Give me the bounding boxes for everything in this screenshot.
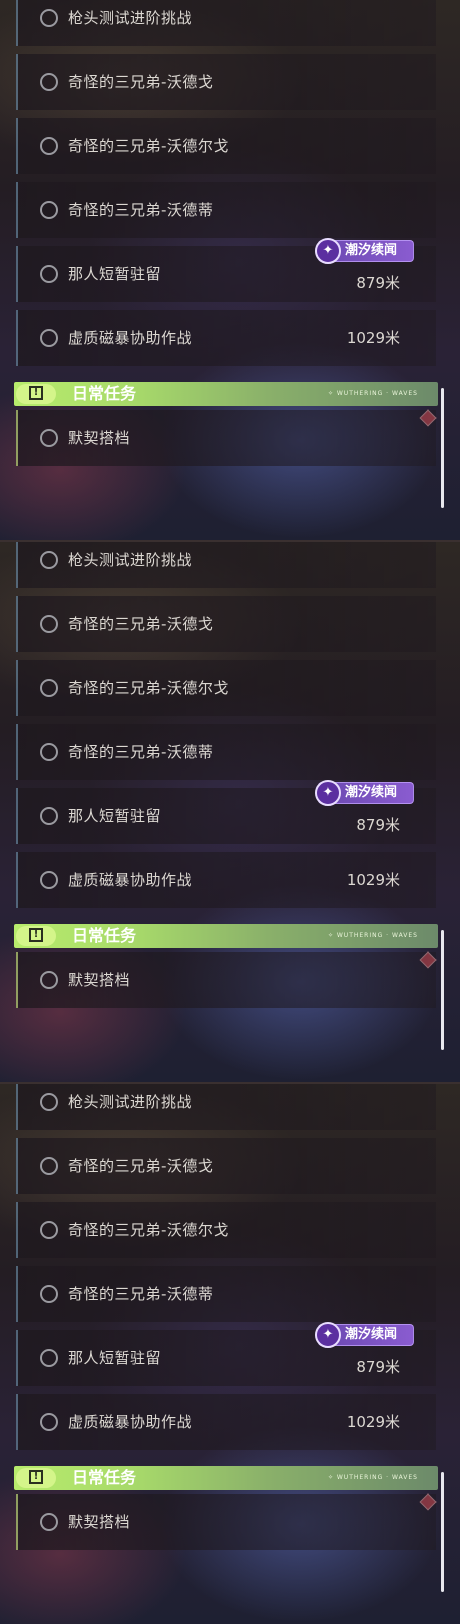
- quest-row[interactable]: 奇怪的三兄弟-沃德尔戈: [16, 1202, 436, 1258]
- quest-distance: 1029米: [346, 329, 400, 347]
- quest-distance: 879米: [356, 816, 400, 834]
- quest-label: 默契搭档: [68, 971, 131, 989]
- quest-row[interactable]: 奇怪的三兄弟-沃德戈: [16, 596, 436, 652]
- quest-row[interactable]: 奇怪的三兄弟-沃德尔戈: [16, 118, 436, 174]
- quest-row[interactable]: 奇怪的三兄弟-沃德蒂: [16, 182, 436, 238]
- quest-row[interactable]: 奇怪的三兄弟-沃德蒂: [16, 724, 436, 780]
- tag-label: 潮汐续闻: [345, 243, 398, 258]
- tag-label: 潮汐续闻: [345, 785, 398, 800]
- circle-outline-icon: [40, 329, 58, 347]
- circle-outline-icon: [40, 9, 58, 27]
- daily-section-header: ! 日常任务 ✧ WUTHERING · WAVES: [14, 382, 438, 406]
- quest-label: 虚质磁暴协助作战: [68, 1413, 193, 1431]
- quest-label: 枪头测试进阶挑战: [68, 551, 193, 569]
- quest-label: 默契搭档: [68, 429, 131, 447]
- exclamation-box-icon: !: [16, 384, 56, 404]
- quest-panel: 枪头测试进阶挑战 奇怪的三兄弟-沃德戈 奇怪的三兄弟-沃德尔戈 奇怪的三兄弟-沃…: [0, 0, 460, 540]
- section-title: 日常任务: [72, 384, 137, 403]
- quest-row[interactable]: 枪头测试进阶挑战: [16, 542, 436, 588]
- quest-label: 那人短暂驻留: [68, 1349, 162, 1367]
- quest-label: 奇怪的三兄弟-沃德戈: [68, 1157, 214, 1175]
- daily-section-header: ! 日常任务 ✧ WUTHERING · WAVES: [14, 1466, 438, 1490]
- tag-label: 潮汐续闻: [345, 1327, 398, 1342]
- quest-row[interactable]: 枪头测试进阶挑战: [16, 0, 436, 46]
- quest-row[interactable]: 那人短暂驻留 ✦ 潮汐续闻 879米: [16, 1322, 436, 1386]
- circle-outline-icon: [40, 615, 58, 633]
- circle-outline-icon: [40, 807, 58, 825]
- section-decoration: ✧ WUTHERING · WAVES: [327, 390, 418, 397]
- exclamation-box-icon: !: [16, 1468, 56, 1488]
- quest-label: 奇怪的三兄弟-沃德尔戈: [68, 1221, 229, 1239]
- quest-label: 奇怪的三兄弟-沃德蒂: [68, 201, 214, 219]
- quest-label: 奇怪的三兄弟-沃德戈: [68, 73, 214, 91]
- daily-quest-row[interactable]: 默契搭档: [16, 952, 436, 1008]
- quest-label: 奇怪的三兄弟-沃德尔戈: [68, 137, 229, 155]
- scrollbar[interactable]: [441, 388, 444, 508]
- circle-outline-icon: [40, 1221, 58, 1239]
- circle-outline-icon: [40, 265, 58, 283]
- circle-outline-icon: [40, 551, 58, 569]
- circle-outline-icon: [40, 971, 58, 989]
- quest-label: 那人短暂驻留: [68, 265, 162, 283]
- circle-outline-icon: [40, 1093, 58, 1111]
- circle-outline-icon: [40, 1349, 58, 1367]
- circle-outline-icon: [40, 137, 58, 155]
- section-decoration: ✧ WUTHERING · WAVES: [327, 1474, 418, 1481]
- quest-row[interactable]: 那人短暂驻留 ✦ 潮汐续闻 879米: [16, 238, 436, 302]
- quest-distance: 879米: [356, 274, 400, 292]
- quest-row[interactable]: 奇怪的三兄弟-沃德尔戈: [16, 660, 436, 716]
- scrollbar[interactable]: [441, 1472, 444, 1592]
- quest-row[interactable]: 虚质磁暴协助作战 1029米: [16, 310, 436, 366]
- scrollbar[interactable]: [441, 930, 444, 1050]
- quest-tag: ✦ 潮汐续闻: [315, 238, 414, 264]
- exclamation-box-icon: !: [16, 926, 56, 946]
- quest-label: 枪头测试进阶挑战: [68, 1093, 193, 1111]
- circle-outline-icon: [40, 1285, 58, 1303]
- daily-section-header: ! 日常任务 ✧ WUTHERING · WAVES: [14, 924, 438, 948]
- circle-outline-icon: [40, 1513, 58, 1531]
- sparkle-star-icon: ✦: [315, 1322, 341, 1348]
- quest-label: 默契搭档: [68, 1513, 131, 1531]
- quest-label: 虚质磁暴协助作战: [68, 329, 193, 347]
- section-title: 日常任务: [72, 1468, 137, 1487]
- quest-row[interactable]: 那人短暂驻留 ✦ 潮汐续闻 879米: [16, 780, 436, 844]
- quest-panel: 枪头测试进阶挑战 奇怪的三兄弟-沃德戈 奇怪的三兄弟-沃德尔戈 奇怪的三兄弟-沃…: [0, 540, 460, 1082]
- sparkle-star-icon: ✦: [315, 780, 341, 806]
- quest-label: 奇怪的三兄弟-沃德尔戈: [68, 679, 229, 697]
- quest-tag: ✦ 潮汐续闻: [315, 1322, 414, 1348]
- quest-label: 奇怪的三兄弟-沃德蒂: [68, 743, 214, 761]
- circle-outline-icon: [40, 73, 58, 91]
- quest-row[interactable]: 奇怪的三兄弟-沃德戈: [16, 54, 436, 110]
- quest-tag: ✦ 潮汐续闻: [315, 780, 414, 806]
- quest-distance: 879米: [356, 1358, 400, 1376]
- circle-outline-icon: [40, 743, 58, 761]
- quest-panel: 枪头测试进阶挑战 奇怪的三兄弟-沃德戈 奇怪的三兄弟-沃德尔戈 奇怪的三兄弟-沃…: [0, 1082, 460, 1624]
- quest-label: 那人短暂驻留: [68, 807, 162, 825]
- sparkle-star-icon: ✦: [315, 238, 341, 264]
- quest-row[interactable]: 虚质磁暴协助作战 1029米: [16, 1394, 436, 1450]
- quest-label: 枪头测试进阶挑战: [68, 9, 193, 27]
- quest-label: 奇怪的三兄弟-沃德戈: [68, 615, 214, 633]
- section-title: 日常任务: [72, 926, 137, 945]
- quest-row[interactable]: 枪头测试进阶挑战: [16, 1084, 436, 1130]
- quest-row[interactable]: 奇怪的三兄弟-沃德蒂: [16, 1266, 436, 1322]
- circle-outline-icon: [40, 201, 58, 219]
- circle-outline-icon: [40, 1157, 58, 1175]
- quest-label: 奇怪的三兄弟-沃德蒂: [68, 1285, 214, 1303]
- circle-outline-icon: [40, 871, 58, 889]
- daily-quest-row[interactable]: 默契搭档: [16, 410, 436, 466]
- section-decoration: ✧ WUTHERING · WAVES: [327, 932, 418, 939]
- quest-distance: 1029米: [346, 871, 400, 889]
- circle-outline-icon: [40, 679, 58, 697]
- quest-label: 虚质磁暴协助作战: [68, 871, 193, 889]
- quest-row[interactable]: 奇怪的三兄弟-沃德戈: [16, 1138, 436, 1194]
- quest-distance: 1029米: [346, 1413, 400, 1431]
- daily-quest-row[interactable]: 默契搭档: [16, 1494, 436, 1550]
- quest-row[interactable]: 虚质磁暴协助作战 1029米: [16, 852, 436, 908]
- circle-outline-icon: [40, 429, 58, 447]
- circle-outline-icon: [40, 1413, 58, 1431]
